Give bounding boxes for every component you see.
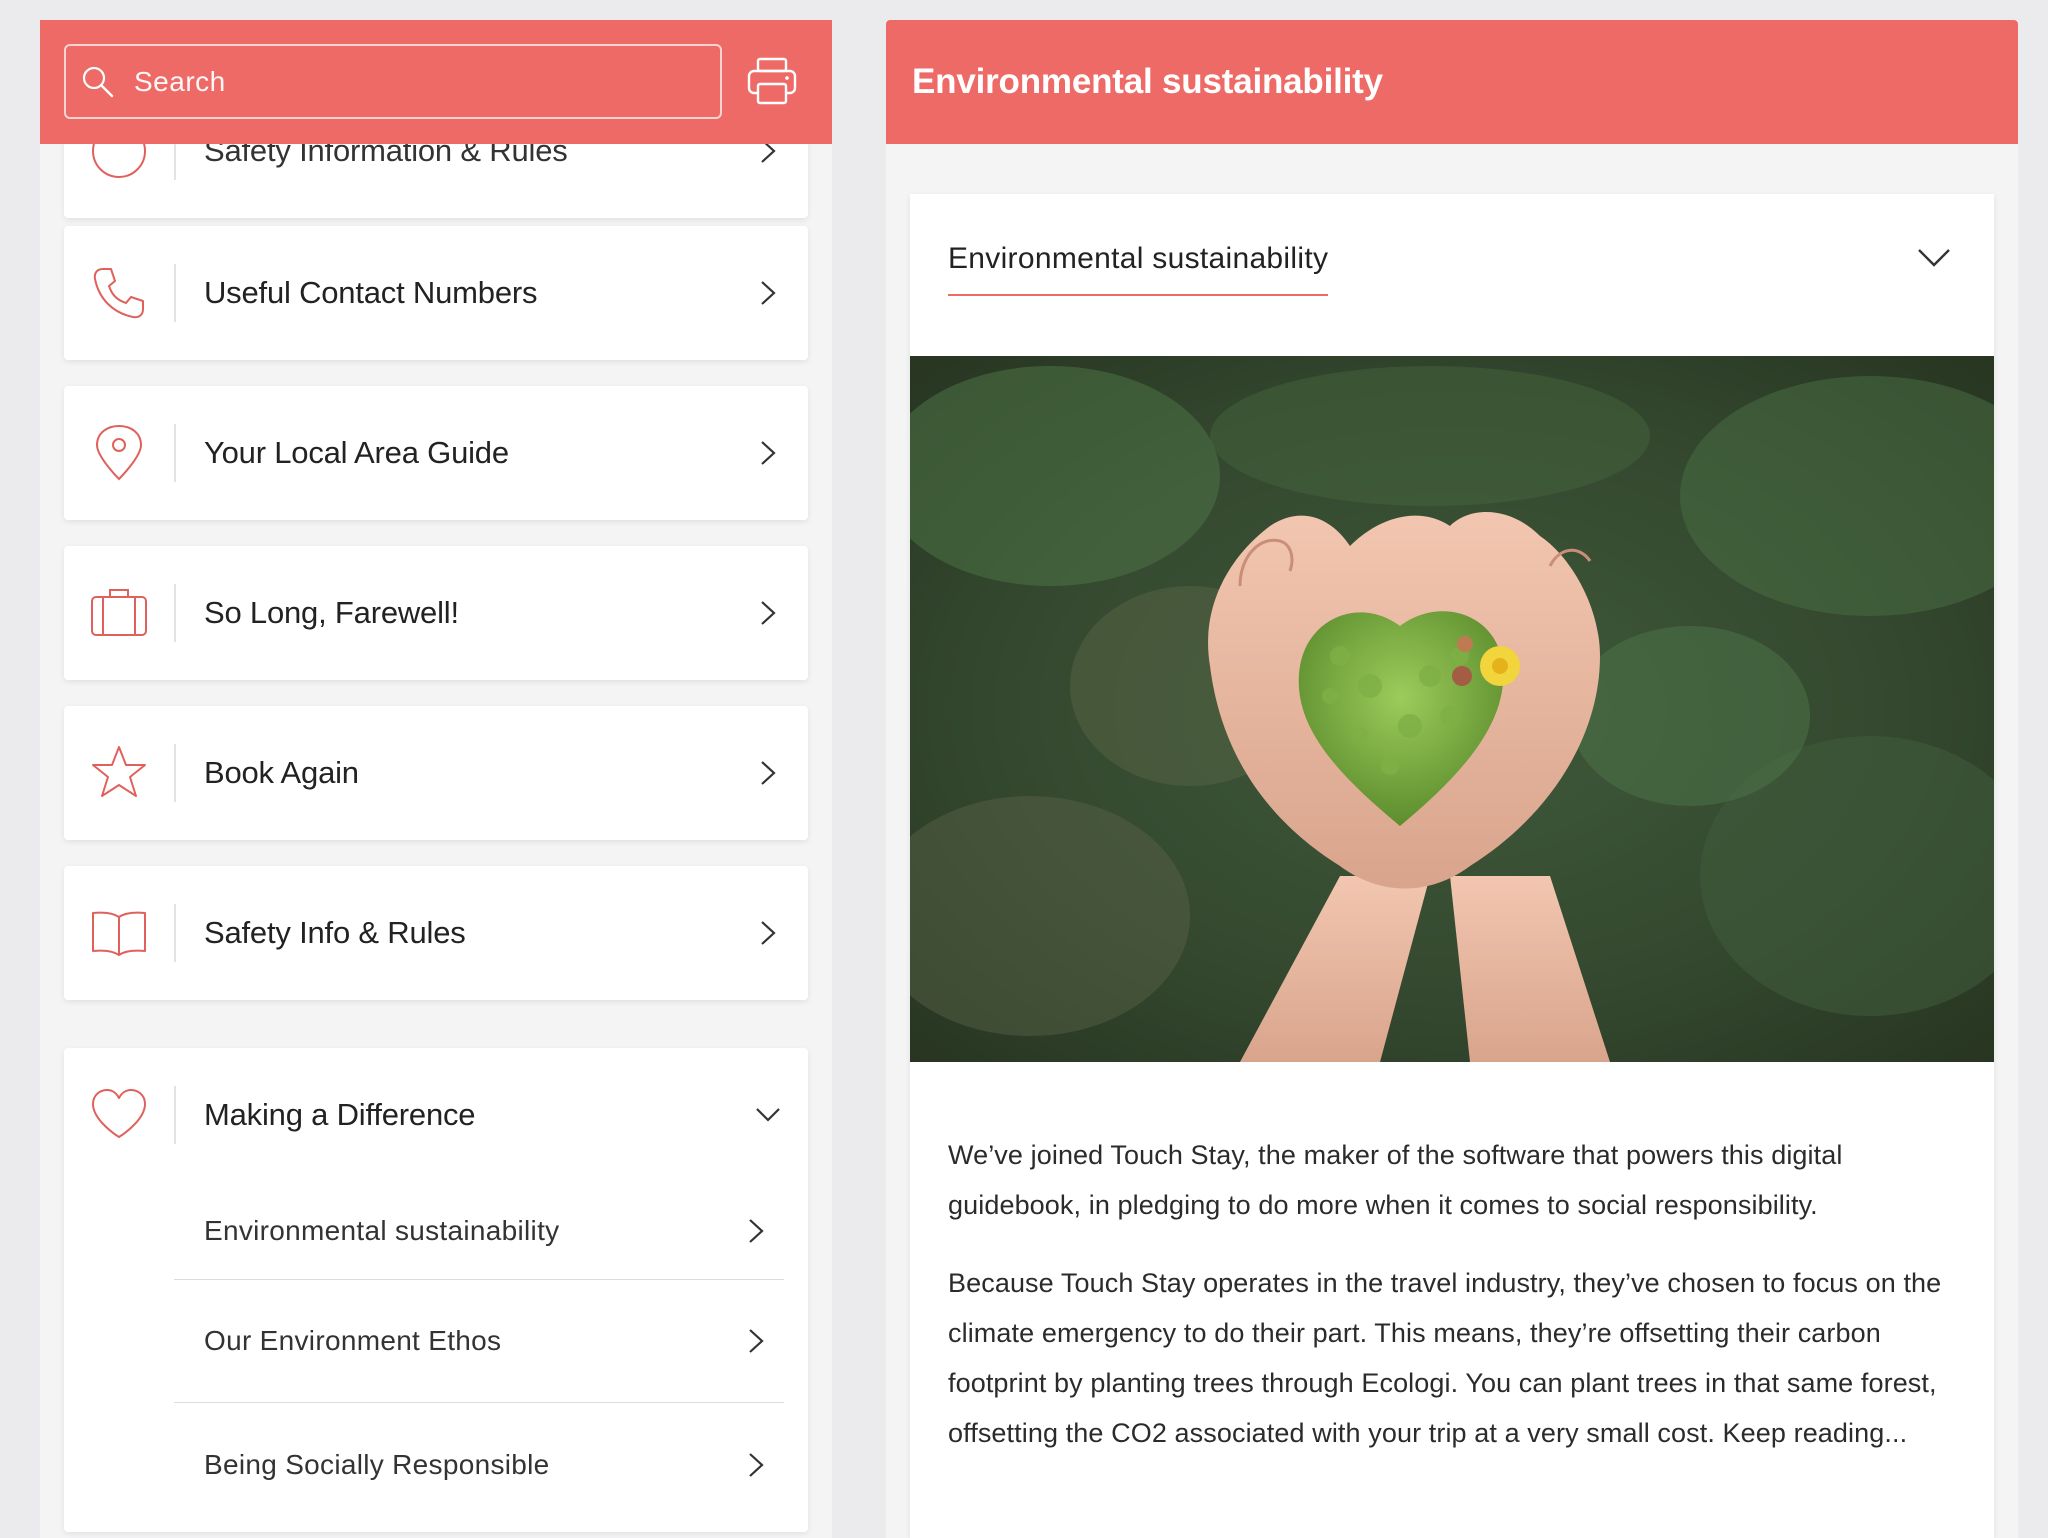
menu-card-book-again[interactable]: Book Again (64, 706, 808, 840)
sub-item-environment-ethos[interactable]: Our Environment Ethos (174, 1280, 784, 1403)
phone-icon (93, 268, 144, 319)
sub-item-label: Our Environment Ethos (204, 1325, 502, 1356)
chevron-right-icon (761, 921, 776, 945)
chevron-right-icon (761, 441, 776, 465)
chevron-down-icon (1918, 249, 1950, 267)
menu-card-label: Useful Contact Numbers (204, 275, 538, 310)
menu-card-safety-info-rules[interactable]: Safety Info & Rules (64, 866, 808, 1000)
menu-card-label: Making a Difference (204, 1097, 476, 1132)
chevron-right-icon (761, 281, 776, 305)
menu-card-local-area-guide[interactable]: Your Local Area Guide (64, 386, 808, 520)
menu-card-useful-contact-numbers[interactable]: Useful Contact Numbers (64, 226, 808, 360)
article-header: Environmental sustainability (886, 20, 2018, 144)
article-title: Environmental sustainability (912, 62, 1383, 101)
sub-item-socially-responsible[interactable]: Being Socially Responsible (174, 1403, 784, 1526)
search-input[interactable] (134, 65, 720, 98)
dropdown-label: Environmental sustainability (948, 242, 1329, 296)
section-dropdown[interactable]: Environmental sustainability (910, 194, 1994, 354)
sub-item-label: Being Socially Responsible (204, 1448, 550, 1480)
menu-card-label: Book Again (204, 755, 359, 790)
heart-icon (92, 1089, 146, 1138)
article-body: We’ve joined Touch Stay, the maker of th… (948, 1130, 1968, 1486)
chevron-right-icon (749, 1452, 764, 1477)
menu-card-making-a-difference: Making a Difference Environmental sustai… (64, 1048, 808, 1532)
chevron-down-icon (756, 1108, 780, 1122)
article-panel: Environmental sustainability Environment… (886, 20, 2018, 1538)
article-card: Environmental sustainability We’ve joine… (910, 194, 1994, 1538)
menu-card-so-long-farewell[interactable]: So Long, Farewell! (64, 546, 808, 680)
guide-menu-panel: Safety Information & Rules Useful Contac… (40, 20, 832, 1538)
sub-item-environmental-sustainability[interactable]: Environmental sustainability (174, 1182, 784, 1280)
search-icon (82, 66, 114, 97)
hands-holding-moss-heart-image (910, 356, 1994, 1062)
menu-card-label: Safety Info & Rules (204, 915, 466, 950)
chevron-right-icon (749, 1329, 764, 1353)
making-a-difference-header[interactable]: Making a Difference (64, 1048, 808, 1182)
sub-item-label: Environmental sustainability (204, 1214, 560, 1246)
map-pin-icon (95, 424, 143, 481)
hero-image (910, 356, 1994, 1062)
chevron-right-icon (761, 761, 776, 785)
star-icon (92, 746, 146, 797)
book-icon (92, 911, 146, 956)
article-paragraph: Because Touch Stay operates in the trave… (948, 1268, 1942, 1448)
search-box[interactable] (64, 44, 722, 119)
suitcase-icon (91, 589, 147, 636)
article-paragraph: We’ve joined Touch Stay, the maker of th… (948, 1140, 1843, 1220)
printer-icon (747, 57, 797, 105)
chevron-right-icon (761, 601, 776, 625)
print-button[interactable] (744, 54, 800, 108)
search-header (40, 20, 832, 144)
menu-card-label: So Long, Farewell! (204, 595, 459, 630)
chevron-right-icon (749, 1218, 764, 1243)
sub-menu-list: Environmental sustainability Our Environ… (64, 1182, 808, 1526)
menu-card-label: Your Local Area Guide (204, 435, 509, 470)
